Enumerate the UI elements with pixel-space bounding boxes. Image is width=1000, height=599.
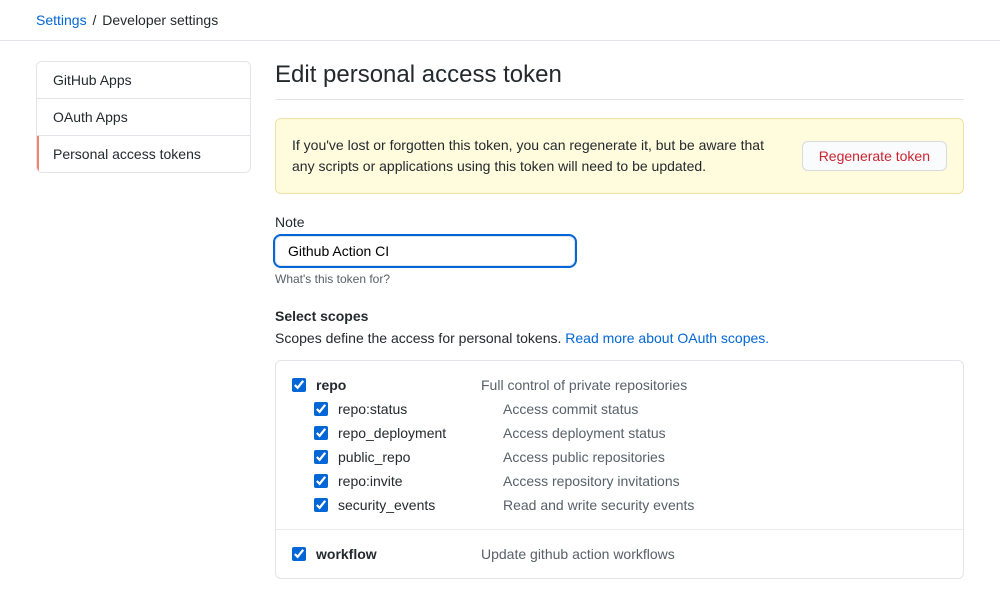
scope-row-public-repo: public_repoAccess public repositories [292,445,947,469]
sidebar: GitHub AppsOAuth AppsPersonal access tok… [36,61,251,579]
scopes-box: repoFull control of private repositories… [275,360,964,579]
scope-desc: Access repository invitations [503,473,680,489]
breadcrumb: Settings / Developer settings [0,0,1000,41]
main-content: Edit personal access token If you've los… [275,61,964,579]
scope-checkbox-repo-deployment[interactable] [314,426,328,440]
scope-name: repo:invite [338,473,503,489]
sidebar-item-github-apps[interactable]: GitHub Apps [37,62,250,99]
scope-row-repo-status: repo:statusAccess commit status [292,397,947,421]
scope-checkbox-security-events[interactable] [314,498,328,512]
note-input[interactable] [275,236,575,266]
scope-checkbox-workflow[interactable] [292,547,306,561]
scope-row-repo-deployment: repo_deploymentAccess deployment status [292,421,947,445]
scope-desc: Access commit status [503,401,638,417]
scope-desc: Access public repositories [503,449,665,465]
scopes-link[interactable]: Read more about OAuth scopes. [565,330,769,346]
scope-name: security_events [338,497,503,513]
scope-name: workflow [316,546,481,562]
alert-text: If you've lost or forgotten this token, … [292,135,786,177]
regenerate-token-button[interactable]: Regenerate token [802,141,947,171]
scope-desc: Read and write security events [503,497,694,513]
scopes-description: Scopes define the access for personal to… [275,330,964,346]
scope-desc: Full control of private repositories [481,377,687,393]
scope-row-repo-invite: repo:inviteAccess repository invitations [292,469,947,493]
scope-name: repo:status [338,401,503,417]
breadcrumb-current: Developer settings [102,12,218,28]
scope-name: repo [316,377,481,393]
page-title: Edit personal access token [275,61,964,100]
scope-desc: Access deployment status [503,425,666,441]
sidebar-item-personal-access-tokens[interactable]: Personal access tokens [37,136,250,172]
breadcrumb-parent-link[interactable]: Settings [36,12,87,28]
note-help-text: What's this token for? [275,272,964,286]
scope-group-repo: repoFull control of private repositories… [276,361,963,530]
scope-row-repo: repoFull control of private repositories [292,373,947,397]
scope-row-workflow: workflowUpdate github action workflows [292,542,947,566]
scopes-title: Select scopes [275,308,964,324]
scope-name: repo_deployment [338,425,503,441]
scope-checkbox-repo-invite[interactable] [314,474,328,488]
scope-checkbox-repo[interactable] [292,378,306,392]
scope-row-security-events: security_eventsRead and write security e… [292,493,947,517]
breadcrumb-separator: / [92,12,96,28]
scope-checkbox-repo-status[interactable] [314,402,328,416]
scope-name: public_repo [338,449,503,465]
note-label: Note [275,214,964,230]
regenerate-alert: If you've lost or forgotten this token, … [275,118,964,194]
scope-checkbox-public-repo[interactable] [314,450,328,464]
sidebar-item-oauth-apps[interactable]: OAuth Apps [37,99,250,136]
scope-desc: Update github action workflows [481,546,675,562]
scope-group-workflow: workflowUpdate github action workflows [276,530,963,578]
